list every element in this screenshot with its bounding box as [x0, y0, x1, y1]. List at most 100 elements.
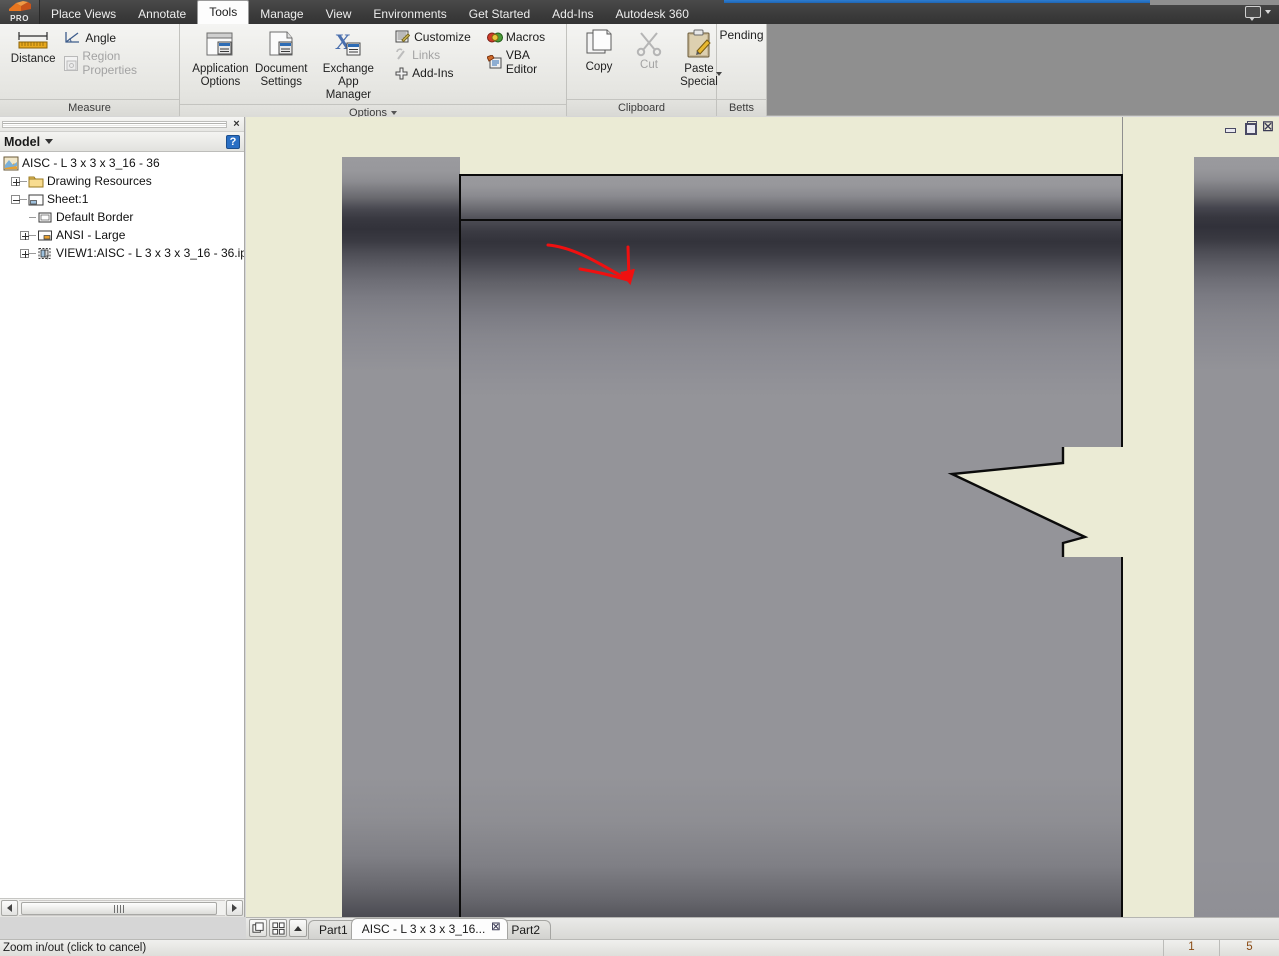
expand-plus-icon[interactable]: [20, 230, 29, 240]
chevron-down-icon[interactable]: [1265, 10, 1271, 14]
pending-label[interactable]: Pending: [719, 28, 763, 42]
browser-horizontal-scrollbar[interactable]: [0, 898, 244, 917]
browser-header: Model ?: [0, 132, 244, 152]
titleblock-icon: [37, 228, 53, 243]
angle-icon: [64, 30, 81, 45]
help-icon[interactable]: ?: [226, 134, 240, 149]
tile-windows-button[interactable]: [269, 919, 287, 937]
expand-minus-icon[interactable]: [11, 194, 20, 204]
minimize-icon[interactable]: [1223, 121, 1237, 134]
angle-button[interactable]: Angle: [60, 29, 173, 46]
tab-environments[interactable]: Environments: [362, 4, 457, 24]
doc-tab-label: Part1: [319, 923, 348, 937]
tree-item-drawing-resources[interactable]: Drawing Resources: [0, 172, 244, 190]
links-button[interactable]: Links: [391, 47, 475, 63]
copy-label: Copy: [585, 61, 613, 73]
links-icon: [395, 48, 408, 62]
drawing-canvas[interactable]: ☒: [246, 117, 1279, 917]
chevron-down-icon[interactable]: [45, 139, 54, 144]
scroll-up-button[interactable]: [289, 919, 307, 937]
customize-button[interactable]: Customize: [391, 29, 475, 45]
chevron-down-icon[interactable]: [390, 111, 397, 116]
cut-button[interactable]: Cut: [625, 27, 673, 74]
add-ins-icon: [395, 67, 408, 80]
paste-special-button[interactable]: Paste Special: [675, 27, 723, 91]
doc-tab-aisc-drawing[interactable]: AISC - L 3 x 3 x 3_16... ☒: [350, 918, 509, 939]
tree-item-sheet-1[interactable]: Sheet:1: [0, 190, 244, 208]
paste-special-icon: [683, 29, 715, 61]
scroll-left-button[interactable]: [1, 900, 18, 916]
vba-editor-button[interactable]: VBA Editor: [483, 47, 560, 77]
drawing-document-icon: [3, 156, 19, 171]
macros-button[interactable]: Macros: [483, 29, 560, 45]
tab-place-views[interactable]: Place Views: [40, 4, 127, 24]
tree-item-label: Sheet:1: [47, 192, 89, 206]
close-icon[interactable]: ☒: [1261, 120, 1275, 134]
tab-view[interactable]: View: [315, 4, 363, 24]
part-edge-top: [459, 174, 1123, 176]
close-icon[interactable]: ☒: [490, 923, 501, 934]
scroll-right-button[interactable]: [226, 900, 243, 916]
model-tree[interactable]: AISC - L 3 x 3 x 3_16 - 36 Drawing Resou…: [0, 152, 244, 898]
expand-plus-icon[interactable]: [11, 176, 20, 186]
part-view-main[interactable]: [342, 157, 1127, 917]
document-settings-label-1: Document: [255, 63, 308, 75]
tree-item-ansi-large[interactable]: ANSI - Large: [0, 226, 244, 244]
red-arrow-annotation: [546, 243, 635, 286]
cut-icon: [635, 29, 663, 57]
paste-label-1: Paste: [684, 63, 714, 75]
exchange-app-manager-button[interactable]: X Exchange App Manager: [312, 27, 386, 104]
drag-grip-icon[interactable]: [2, 120, 227, 128]
close-icon[interactable]: ×: [231, 118, 242, 130]
panel-caption-measure: Measure: [0, 99, 179, 116]
tab-add-ins[interactable]: Add-Ins: [541, 4, 604, 24]
copy-icon: [584, 29, 614, 59]
panel-grip-bar[interactable]: ×: [0, 117, 244, 132]
tab-annotate[interactable]: Annotate: [127, 4, 197, 24]
help-bubble-icon[interactable]: [1245, 6, 1261, 21]
copy-button[interactable]: Copy: [575, 27, 623, 76]
status-cell-sheet-number: 1: [1163, 940, 1219, 956]
cascade-windows-button[interactable]: [249, 919, 267, 937]
chevron-left-icon: [7, 904, 12, 912]
document-settings-label-2: Settings: [260, 76, 302, 88]
ribbon-filler: [767, 24, 1279, 115]
cut-label: Cut: [640, 59, 658, 71]
application-options-label-2: Options: [200, 76, 241, 88]
vba-editor-label: VBA Editor: [505, 48, 538, 76]
exchange-label-1: Exchange: [322, 63, 374, 75]
tab-manage[interactable]: Manage: [249, 4, 314, 24]
tree-item-view1[interactable]: T VIEW1:AISC - L 3 x 3 x 3_16 - 36.ipt: [0, 244, 244, 262]
distance-button[interactable]: Distance: [6, 27, 60, 68]
browser-title: Model: [4, 134, 41, 149]
tree-connector: [20, 198, 27, 200]
status-message: Zoom in/out (click to cancel): [3, 942, 147, 954]
restore-icon[interactable]: [1242, 121, 1257, 135]
folder-icon: [28, 174, 44, 189]
inventor-logo-button[interactable]: PRO: [0, 0, 40, 24]
scrollbar-thumb[interactable]: [21, 902, 217, 915]
angle-label: Angle: [85, 30, 117, 45]
sheet-icon: [28, 192, 44, 207]
break-line-zigzag: [947, 447, 1127, 557]
tree-connector: [29, 252, 36, 254]
application-options-button[interactable]: Application Options: [190, 27, 251, 91]
tab-get-started[interactable]: Get Started: [458, 4, 541, 24]
inventor-logo-icon: [9, 1, 31, 11]
add-ins-button[interactable]: Add-Ins: [391, 65, 475, 81]
tab-tools[interactable]: Tools: [197, 0, 250, 24]
expand-plus-icon[interactable]: [20, 248, 29, 258]
document-settings-button[interactable]: Document Settings: [251, 27, 312, 91]
region-properties-button[interactable]: Region Properties: [60, 48, 173, 78]
doc-tab-label: AISC - L 3 x 3 x 3_16...: [361, 922, 486, 936]
part-view-right[interactable]: [1194, 157, 1279, 917]
options-small-col-1: Customize Links Add-Ins: [391, 27, 475, 81]
scrollbar-track[interactable]: [19, 900, 225, 916]
tab-autodesk-360[interactable]: Autodesk 360: [605, 4, 700, 24]
panel-betts: Pending Betts: [717, 24, 767, 116]
tree-item-default-border[interactable]: Default Border: [0, 208, 244, 226]
tree-item-drawing[interactable]: AISC - L 3 x 3 x 3_16 - 36: [0, 154, 244, 172]
panel-caption-clipboard: Clipboard: [567, 99, 716, 116]
links-label: Links: [412, 48, 441, 62]
panel-options: Application Options Document Settings X …: [180, 24, 567, 121]
